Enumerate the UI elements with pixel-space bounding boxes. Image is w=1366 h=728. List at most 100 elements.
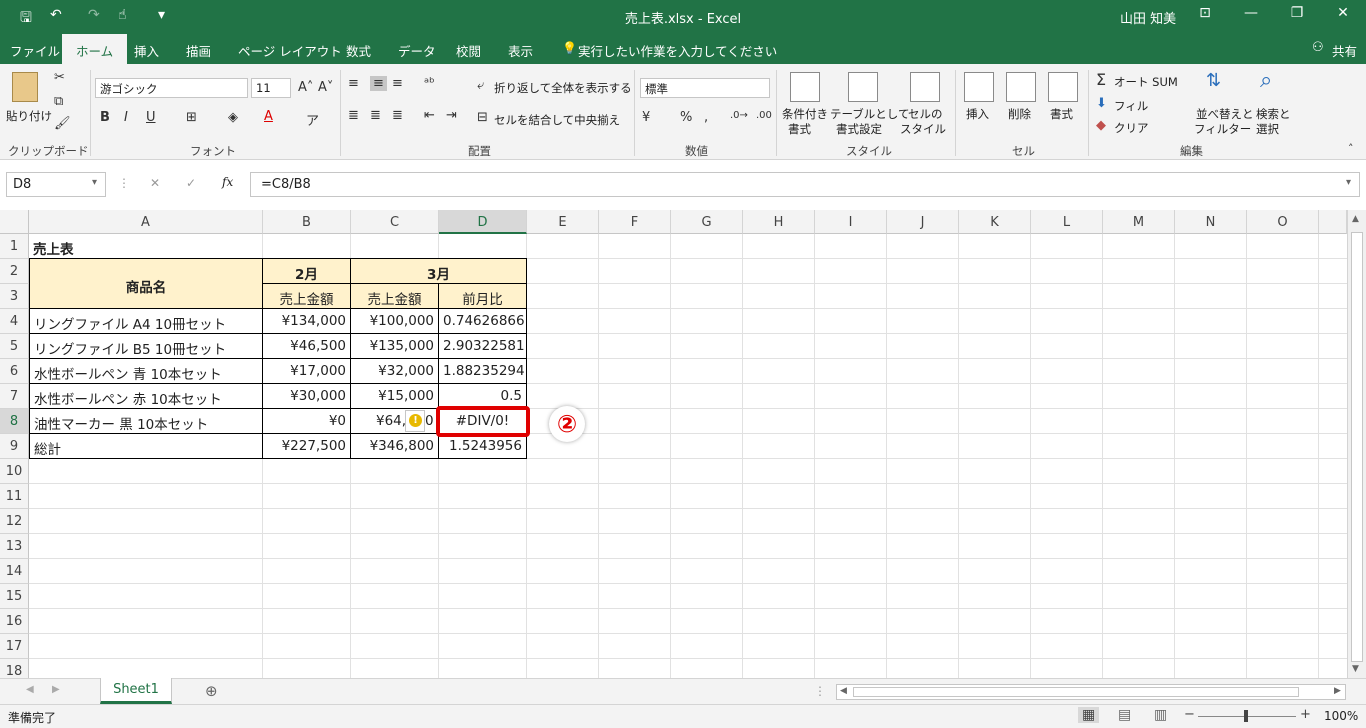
cell-b2[interactable]: 2月 (263, 259, 350, 284)
scroll-right-icon[interactable]: ▶ (1334, 686, 1341, 696)
scroll-down-icon[interactable]: ▼ (1352, 664, 1359, 674)
fill-color-icon[interactable]: ◈ (228, 110, 238, 125)
cell-c5[interactable]: ¥135,000 (351, 334, 438, 359)
cell-a9[interactable]: 総計 (30, 434, 262, 459)
row-header-10[interactable]: 10 (0, 459, 29, 484)
conditional-format-icon[interactable] (790, 72, 820, 102)
increase-font-icon[interactable]: A˄ (298, 80, 313, 95)
cell-c4[interactable]: ¥100,000 (351, 309, 438, 334)
formula-input[interactable]: =C8/B8 (250, 172, 1360, 197)
zoom-level[interactable]: 100% (1324, 709, 1358, 723)
row-header-4[interactable]: 4 (0, 309, 29, 334)
tell-me-input[interactable]: 実行したい作業を入力してください (578, 41, 777, 60)
share-button[interactable]: 共有 (1332, 41, 1357, 60)
underline-button[interactable]: U (146, 110, 156, 125)
row-header-9[interactable]: 9 (0, 434, 29, 459)
conditional-format-label-1[interactable]: 条件付き (782, 106, 828, 122)
column-header-n[interactable]: N (1175, 210, 1247, 234)
normal-view-icon[interactable]: ▦ (1078, 707, 1100, 723)
cell-a1[interactable]: 売上表 (29, 234, 263, 259)
column-header-c[interactable]: C (351, 210, 439, 234)
insert-cells-button[interactable]: 挿入 (966, 106, 989, 122)
clear-button[interactable]: クリア (1114, 120, 1149, 136)
insert-function-icon[interactable]: fx (222, 175, 233, 189)
tab-page-layout[interactable]: ページ レイアウト (238, 41, 342, 60)
horizontal-scroll-thumb[interactable] (853, 687, 1299, 697)
cell-c3[interactable]: 売上金額 (351, 284, 438, 309)
expand-formula-icon[interactable]: ▾ (1346, 177, 1351, 188)
format-as-table-icon[interactable] (848, 72, 878, 102)
cell-b5[interactable]: ¥46,500 (263, 334, 350, 359)
tab-home[interactable]: ホーム (62, 34, 128, 64)
tab-review[interactable]: 校閲 (456, 41, 481, 60)
align-middle-icon[interactable]: ≡ (370, 76, 387, 91)
cell-a6[interactable]: 水性ボールペン 青 10本セット (30, 359, 262, 384)
align-left-icon[interactable]: ≣ (348, 108, 359, 123)
row-header-1[interactable]: 1 (0, 234, 29, 259)
cell-a8[interactable]: 油性マーカー 黒 10本セット (30, 409, 262, 434)
cell-styles-label-2[interactable]: スタイル (900, 121, 946, 137)
row-header-7[interactable]: 7 (0, 384, 29, 409)
cell-d6[interactable]: 1.88235294 (439, 359, 526, 384)
align-top-icon[interactable]: ≡ (348, 76, 359, 91)
align-bottom-icon[interactable]: ≡ (392, 76, 403, 91)
find-select-label-2[interactable]: 選択 (1256, 121, 1279, 137)
paste-button[interactable]: 貼り付け (6, 108, 52, 124)
increase-decimal-icon[interactable]: .0→ (730, 110, 748, 121)
cancel-icon[interactable]: ✕ (150, 176, 160, 190)
decrease-decimal-icon[interactable]: .00 (756, 110, 772, 121)
format-cells-button[interactable]: 書式 (1050, 106, 1073, 122)
tab-view[interactable]: 表示 (508, 41, 533, 60)
restore-button[interactable]: ❐ (1282, 5, 1312, 21)
phonetic-icon[interactable]: ア (306, 110, 319, 129)
row-header-15[interactable]: 15 (0, 584, 29, 609)
column-header-l[interactable]: L (1031, 210, 1103, 234)
column-header-h[interactable]: H (743, 210, 815, 234)
row-header-17[interactable]: 17 (0, 634, 29, 659)
conditional-format-label-2[interactable]: 書式 (788, 121, 811, 137)
ribbon-display-options-icon[interactable]: ⊡ (1190, 5, 1220, 21)
percent-icon[interactable]: % (680, 110, 692, 125)
cell-c6[interactable]: ¥32,000 (351, 359, 438, 384)
cell-c8[interactable]: ¥64, (370, 409, 408, 434)
align-center-icon[interactable]: ≣ (370, 108, 381, 123)
column-header-i[interactable]: I (815, 210, 887, 234)
comma-icon[interactable]: , (704, 110, 708, 125)
page-layout-view-icon[interactable]: ▤ (1118, 707, 1131, 723)
column-header-d[interactable]: D (439, 210, 527, 234)
decrease-indent-icon[interactable]: ⇤ (424, 108, 435, 123)
sort-filter-label-1[interactable]: 並べ替えと (1196, 106, 1254, 122)
cell-d4[interactable]: 0.74626866 (439, 309, 526, 334)
bold-button[interactable]: B (100, 110, 110, 125)
cell-b9[interactable]: ¥227,500 (263, 434, 350, 459)
row-header-2[interactable]: 2 (0, 259, 29, 284)
name-box-dropdown-icon[interactable]: ▾ (92, 177, 97, 188)
row-header-18[interactable]: 18 (0, 659, 29, 678)
tab-data[interactable]: データ (398, 41, 436, 60)
decrease-font-icon[interactable]: A˅ (318, 80, 333, 95)
row-header-16[interactable]: 16 (0, 609, 29, 634)
select-all-button[interactable] (0, 210, 29, 234)
tab-insert[interactable]: 挿入 (134, 41, 159, 60)
align-right-icon[interactable]: ≣ (392, 108, 403, 123)
format-as-table-label-2[interactable]: 書式設定 (836, 121, 882, 137)
column-header-e[interactable]: E (527, 210, 599, 234)
column-header-k[interactable]: K (959, 210, 1031, 234)
add-sheet-icon[interactable]: ⊕ (205, 682, 218, 700)
delete-cells-icon[interactable] (1006, 72, 1036, 102)
collapse-ribbon-icon[interactable]: ˄ (1348, 142, 1354, 155)
split-handle-icon[interactable]: ⋮ (814, 684, 826, 698)
format-as-table-label-1[interactable]: テーブルとして (830, 106, 909, 122)
font-size-select[interactable]: 11 (251, 78, 291, 98)
increase-indent-icon[interactable]: ⇥ (446, 108, 457, 123)
row-header-13[interactable]: 13 (0, 534, 29, 559)
column-header-j[interactable]: J (887, 210, 959, 234)
cell-b8[interactable]: ¥0 (263, 409, 350, 434)
row-header-12[interactable]: 12 (0, 509, 29, 534)
tab-file[interactable]: ファイル (10, 41, 60, 60)
row-header-11[interactable]: 11 (0, 484, 29, 509)
format-painter-icon[interactable]: 🖌 (54, 116, 71, 131)
close-button[interactable]: ✕ (1328, 5, 1358, 21)
wrap-text-button[interactable]: 折り返して全体を表示する (494, 80, 632, 96)
row-header-3[interactable]: 3 (0, 284, 29, 309)
